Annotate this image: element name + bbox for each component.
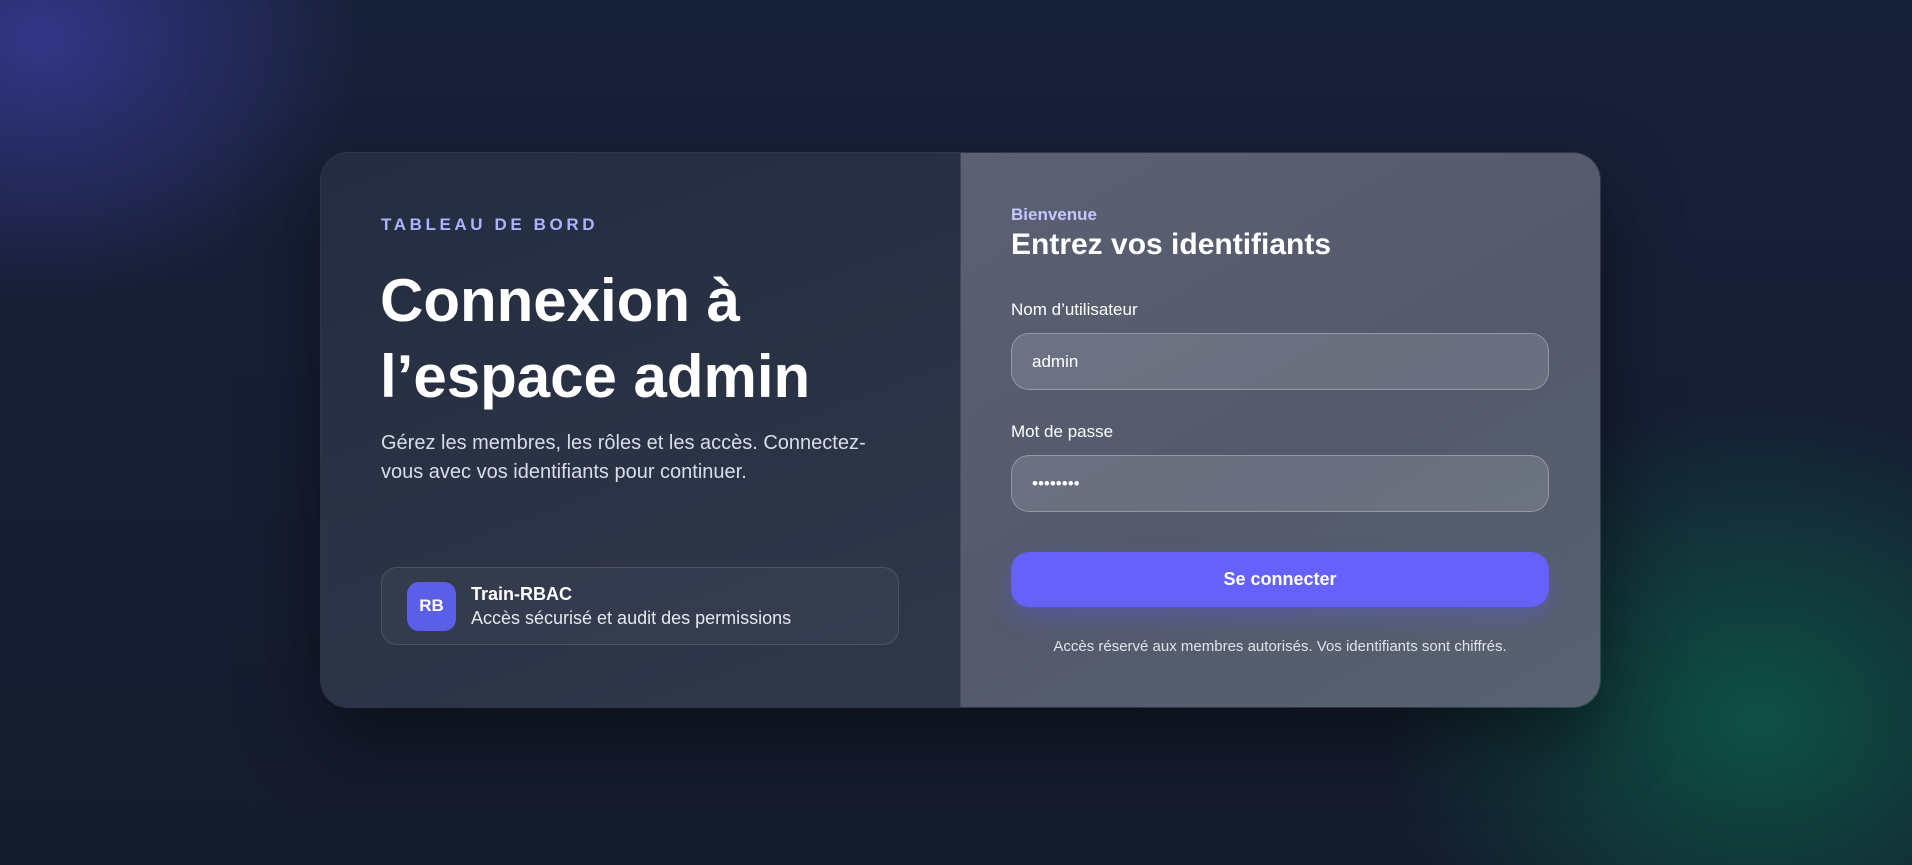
intro-panel: TABLEAU DE BORD Connexion à l’espace adm… — [321, 153, 961, 707]
security-footnote: Accès réservé aux membres autorisés. Vos… — [1053, 638, 1507, 655]
page-title: Connexion à l’espace admin — [380, 263, 940, 415]
login-card: TABLEAU DE BORD Connexion à l’espace adm… — [320, 152, 1601, 708]
intro-description: Gérez les membres, les rôles et les accè… — [381, 432, 866, 483]
brand-name: Train-RBAC — [471, 584, 573, 604]
page-title-line-2: l’espace admin — [380, 343, 811, 410]
login-form-panel: Bienvenue Entrez vos identifiants Nom d’… — [961, 153, 1600, 707]
brand-card: RB Train-RBAC Accès sécurisé et audit de… — [381, 567, 899, 645]
page-title-line-1: Connexion à — [380, 267, 741, 334]
brand-tagline: Accès sécurisé et audit des permissions — [471, 608, 792, 628]
login-button[interactable]: Se connecter — [1011, 552, 1549, 607]
username-label: Nom d’utilisateur — [1011, 300, 1138, 319]
password-input[interactable] — [1011, 455, 1549, 512]
brand-avatar: RB — [407, 581, 456, 631]
brand-text: Train-RBAC Accès sécurisé et audit des p… — [471, 582, 791, 630]
password-label: Mot de passe — [1011, 422, 1114, 441]
form-title: Entrez vos identifiants — [1011, 228, 1332, 261]
eyebrow-label: TABLEAU DE BORD — [381, 215, 599, 234]
username-input[interactable] — [1011, 333, 1549, 390]
welcome-label: Bienvenue — [1011, 205, 1097, 224]
